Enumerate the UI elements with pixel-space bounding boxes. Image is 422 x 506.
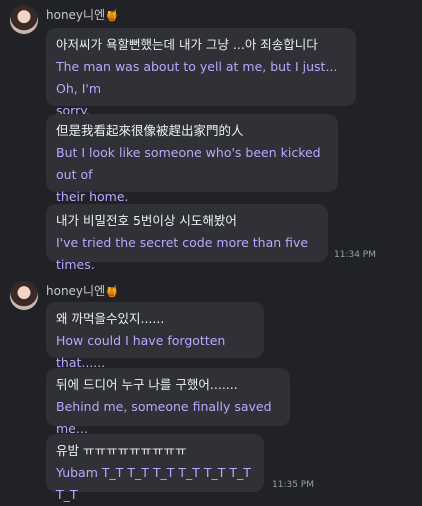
translated-text: I've tried the secret code more than fiv… bbox=[56, 235, 313, 272]
original-text: 왜 까먹을수있지...... bbox=[56, 311, 165, 326]
avatar[interactable] bbox=[10, 6, 38, 34]
username[interactable]: honey니엔🍯 bbox=[46, 8, 119, 23]
message-bubble[interactable]: 但是我看起來很像被趕出家門的人 But I look like someone … bbox=[46, 114, 338, 204]
timestamp: 11:35 PM bbox=[272, 480, 314, 490]
original-text: 뒤에 드디어 누구 나를 구했어....... bbox=[56, 377, 238, 392]
original-text: 내가 비밀전호 5번이상 시도해봤어 bbox=[56, 213, 237, 228]
username[interactable]: honey니엔🍯 bbox=[46, 284, 119, 299]
translated-text: Yubam T_T T_T T_T T_T T_T T_T T_T bbox=[56, 465, 255, 502]
message-bubble[interactable]: 뒤에 드디어 누구 나를 구했어....... Behind me, someo… bbox=[46, 368, 290, 436]
message-bubble[interactable]: 아저씨가 욕할뻔했는데 내가 그냥 ...아 죄송합니다 The man was… bbox=[46, 28, 356, 118]
message-bubble[interactable]: 내가 비밀전호 5번이상 시도해봤어 I've tried the secret… bbox=[46, 204, 328, 272]
translated-text: The man was about to yell at me, but I j… bbox=[56, 59, 338, 118]
message-bubble[interactable]: 유밤 ㅠㅠㅠㅠㅠㅠㅠㅠㅠ Yubam T_T T_T T_T T_T T_T T… bbox=[46, 434, 264, 502]
translated-text: But I look like someone who's been kicke… bbox=[56, 145, 321, 204]
avatar[interactable] bbox=[10, 282, 38, 310]
message-bubble[interactable]: 왜 까먹을수있지...... How could I have forgotte… bbox=[46, 302, 264, 370]
original-text: 아저씨가 욕할뻔했는데 내가 그냥 ...아 죄송합니다 bbox=[56, 37, 318, 52]
original-text: 但是我看起來很像被趕出家門的人 bbox=[56, 123, 244, 138]
timestamp: 11:34 PM bbox=[334, 250, 376, 260]
honey-pot-icon: 🍯 bbox=[105, 9, 119, 22]
honey-pot-icon: 🍯 bbox=[105, 285, 119, 298]
original-text: 유밤 ㅠㅠㅠㅠㅠㅠㅠㅠㅠ bbox=[56, 443, 187, 458]
